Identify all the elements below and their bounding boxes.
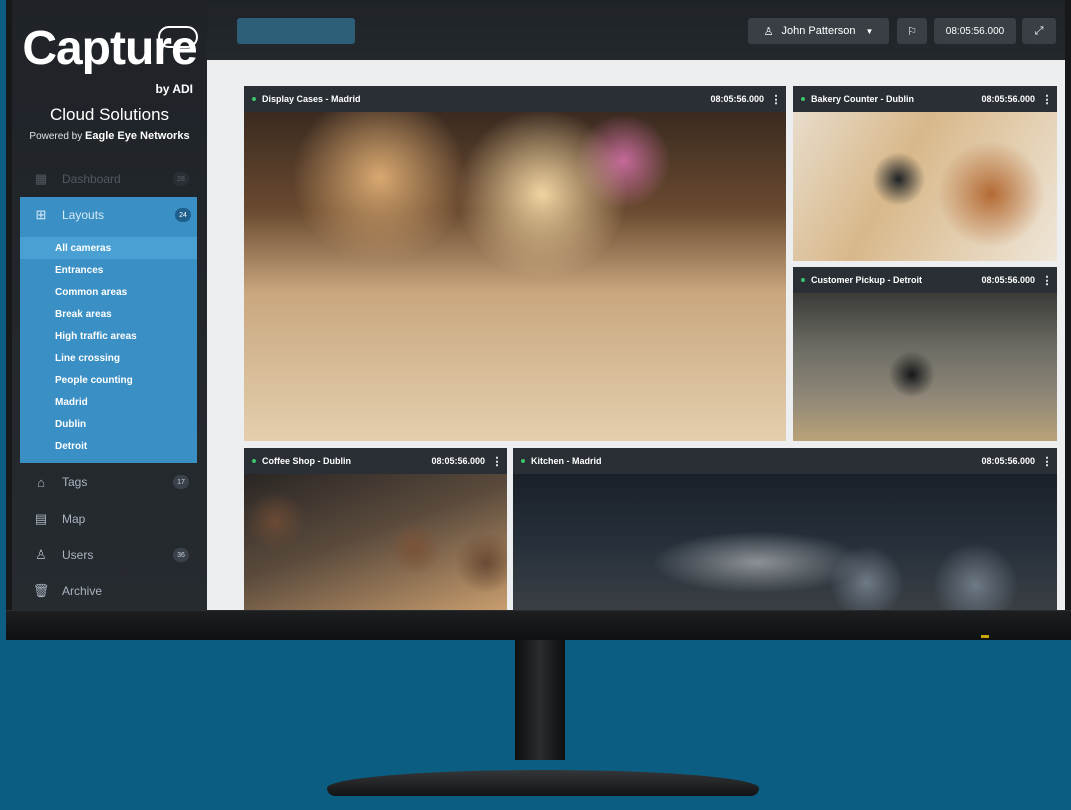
camera-tile-bakery-counter[interactable]: Bakery Counter - Dublin 08:05:56.000 ⋮: [793, 86, 1057, 261]
monitor-chin: [6, 610, 1071, 640]
live-indicator: [801, 97, 805, 101]
layout-item-break-areas[interactable]: Break areas: [20, 303, 197, 325]
expand-icon: ⤢: [1034, 24, 1044, 37]
sidebar-item-label: Archive: [62, 584, 103, 598]
user-menu-button[interactable]: ♙ John Patterson ▼: [748, 18, 889, 44]
sidebar-item-label: Layouts: [62, 208, 105, 222]
layout-item-line-crossing[interactable]: Line crossing: [20, 347, 197, 369]
brand-logo: Capture by ADI: [12, 22, 207, 96]
camera-header: Kitchen - Madrid 08:05:56.000 ⋮: [513, 448, 1057, 474]
camera-feed: [793, 293, 1057, 441]
flag-button[interactable]: ⚐: [897, 18, 927, 44]
count-badge: 28: [173, 172, 189, 186]
cloud-icon: [158, 26, 198, 48]
camera-tile-kitchen[interactable]: Kitchen - Madrid 08:05:56.000 ⋮: [513, 448, 1057, 610]
user-icon: ♙: [35, 547, 47, 562]
monitor-stand-neck: [515, 640, 565, 760]
camera-time: 08:05:56.000: [981, 94, 1035, 104]
sidebar-item-archive[interactable]: 🗑 Archive: [20, 574, 195, 608]
layout-item-detroit[interactable]: Detroit: [20, 435, 197, 457]
camera-time: 08:05:56.000: [981, 275, 1035, 285]
more-options-icon[interactable]: ⋮: [770, 93, 782, 106]
live-indicator: [252, 97, 256, 101]
sidebar-item-users[interactable]: ♙ Users 36: [20, 538, 195, 572]
powered-name: Eagle Eye Networks: [85, 130, 190, 142]
camera-header: Coffee Shop - Dublin 08:05:56.000 ⋮: [244, 448, 507, 474]
more-options-icon[interactable]: ⋮: [491, 455, 503, 468]
camera-header: Customer Pickup - Detroit 08:05:56.000 ⋮: [793, 267, 1057, 293]
count-badge: 17: [173, 475, 189, 489]
sidebar: Capture by ADI Cloud Solutions Powered b…: [12, 0, 207, 610]
camera-title: Kitchen - Madrid: [531, 456, 602, 466]
top-bar: ♙ John Patterson ▼ ⚐ 08:05:56.000 ⤢: [207, 0, 1065, 60]
more-options-icon[interactable]: ⋮: [1041, 455, 1053, 468]
camera-title: Display Cases - Madrid: [262, 94, 361, 104]
layout-item-madrid[interactable]: Madrid: [20, 391, 197, 413]
live-indicator: [252, 459, 256, 463]
camera-time: 08:05:56.000: [710, 94, 764, 104]
user-icon: ♙: [763, 25, 774, 38]
logo-by-adi: by ADI: [155, 82, 193, 96]
chevron-down-icon: ▼: [865, 26, 874, 36]
sidebar-item-label: Users: [62, 548, 94, 562]
map-icon: ▤: [34, 511, 48, 526]
live-indicator: [521, 459, 525, 463]
clock-display: 08:05:56.000: [934, 18, 1016, 44]
layout-item-common-areas[interactable]: Common areas: [20, 281, 197, 303]
layouts-icon: ⊞: [35, 207, 47, 222]
camera-time: 08:05:56.000: [981, 456, 1035, 466]
power-led: [981, 635, 989, 638]
camera-header: Display Cases - Madrid 08:05:56.000 ⋮: [244, 86, 786, 112]
powered-prefix: Powered by: [29, 131, 83, 142]
layout-item-people-counting[interactable]: People counting: [20, 369, 197, 391]
sidebar-item-tags[interactable]: ⌂ Tags 17: [20, 465, 195, 499]
sidebar-item-dashboard[interactable]: ▦ Dashboard 28: [20, 162, 195, 196]
sidebar-item-label: Dashboard: [62, 172, 121, 186]
camera-header: Bakery Counter - Dublin 08:05:56.000 ⋮: [793, 86, 1057, 112]
flag-icon: ⚐: [907, 25, 917, 38]
count-badge: 36: [173, 548, 189, 562]
camera-grid: Display Cases - Madrid 08:05:56.000 ⋮ Ba…: [207, 60, 1065, 610]
tag-icon: ⌂: [37, 474, 45, 490]
camera-tile-display-cases[interactable]: Display Cases - Madrid 08:05:56.000 ⋮: [244, 86, 786, 441]
brand-subtitle: Cloud Solutions: [49, 105, 170, 124]
dashboard-icon: ▦: [34, 171, 48, 186]
camera-feed: [244, 474, 507, 610]
search-box[interactable]: [237, 18, 355, 44]
count-badge: 24: [175, 208, 191, 222]
powered-by: Powered by Eagle Eye Networks: [12, 130, 207, 142]
camera-time: 08:05:56.000: [431, 456, 485, 466]
sidebar-item-label: Map: [62, 512, 86, 526]
more-options-icon[interactable]: ⋮: [1041, 93, 1053, 106]
sidebar-item-label: Tags: [62, 475, 88, 489]
user-name: John Patterson: [781, 25, 856, 37]
layouts-panel: ⊞ Layouts 24 All cameras Entrances Commo…: [20, 197, 197, 463]
camera-feed: [513, 474, 1057, 610]
monitor-screen: Capture by ADI Cloud Solutions Powered b…: [12, 0, 1065, 610]
layout-item-all-cameras[interactable]: All cameras: [20, 237, 197, 259]
trash-icon: 🗑: [32, 583, 50, 598]
monitor-stand-base: [327, 770, 759, 796]
camera-tile-coffee-shop[interactable]: Coffee Shop - Dublin 08:05:56.000 ⋮: [244, 448, 507, 610]
sidebar-item-map[interactable]: ▤ Map: [20, 502, 195, 536]
layout-item-entrances[interactable]: Entrances: [20, 259, 197, 281]
camera-title: Customer Pickup - Detroit: [811, 275, 923, 285]
camera-feed: [793, 112, 1057, 261]
camera-tile-customer-pickup[interactable]: Customer Pickup - Detroit 08:05:56.000 ⋮: [793, 267, 1057, 441]
camera-title: Bakery Counter - Dublin: [811, 94, 915, 104]
more-options-icon[interactable]: ⋮: [1041, 274, 1053, 287]
fullscreen-button[interactable]: ⤢: [1022, 18, 1056, 44]
live-indicator: [801, 278, 805, 282]
layout-item-high-traffic-areas[interactable]: High traffic areas: [20, 325, 197, 347]
camera-title: Coffee Shop - Dublin: [262, 456, 351, 466]
layout-item-dublin[interactable]: Dublin: [20, 413, 197, 435]
camera-feed: [244, 112, 786, 441]
sidebar-item-layouts[interactable]: ⊞ Layouts 24: [20, 197, 197, 233]
